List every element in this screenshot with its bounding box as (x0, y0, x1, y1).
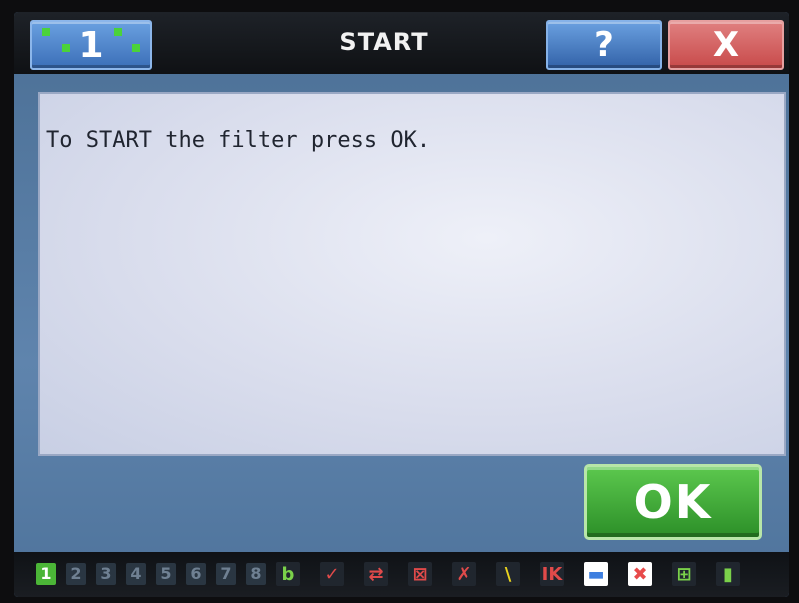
station-number: 1 (78, 24, 104, 66)
station-tab-7[interactable]: 7 (216, 563, 236, 585)
ok-label: OK (633, 475, 713, 529)
screen: 1 START ? X To START the filter press OK… (14, 12, 789, 597)
door-open-icon: b (276, 562, 300, 586)
station-tab-2[interactable]: 2 (66, 563, 86, 585)
station-button[interactable]: 1 (30, 20, 152, 70)
sensor-warning-icon: \ (496, 562, 520, 586)
station-tab-1[interactable]: 1 (36, 563, 56, 585)
indicator-dot (114, 28, 122, 36)
flow-off-icon: ⇄ (364, 562, 388, 586)
thermometer-icon: ▮ (716, 562, 740, 586)
indicator-dot (132, 44, 140, 52)
header-bar: 1 START ? X (14, 12, 789, 74)
error-icon: ✖ (628, 562, 652, 586)
indicator-dot (42, 28, 50, 36)
ok-button[interactable]: OK (584, 464, 762, 540)
station-tab-8[interactable]: 8 (246, 563, 266, 585)
station-tab-3[interactable]: 3 (96, 563, 116, 585)
valve-off-icon: ✗ (452, 562, 476, 586)
grid-icon: ⊞ (672, 562, 696, 586)
heater-icon: IK (540, 562, 564, 586)
page-title: START (339, 28, 429, 56)
help-button[interactable]: ? (546, 20, 662, 70)
message-panel: To START the filter press OK. (38, 92, 786, 456)
indicator-dot (62, 44, 70, 52)
filter-off-icon: ⊠ (408, 562, 432, 586)
pump-off-icon: ✓ (320, 562, 344, 586)
status-bar: 1 2 3 4 5 6 7 8 b ✓ ⇄ ⊠ ✗ \ IK ▬ ✖ ⊞ ▮ (14, 552, 789, 597)
station-tab-6[interactable]: 6 (186, 563, 206, 585)
save-icon: ▬ (584, 562, 608, 586)
help-icon: ? (594, 25, 614, 65)
instruction-text: To START the filter press OK. (46, 128, 431, 153)
station-tab-4[interactable]: 4 (126, 563, 146, 585)
close-button[interactable]: X (668, 20, 784, 70)
close-icon: X (712, 25, 740, 65)
station-tab-5[interactable]: 5 (156, 563, 176, 585)
